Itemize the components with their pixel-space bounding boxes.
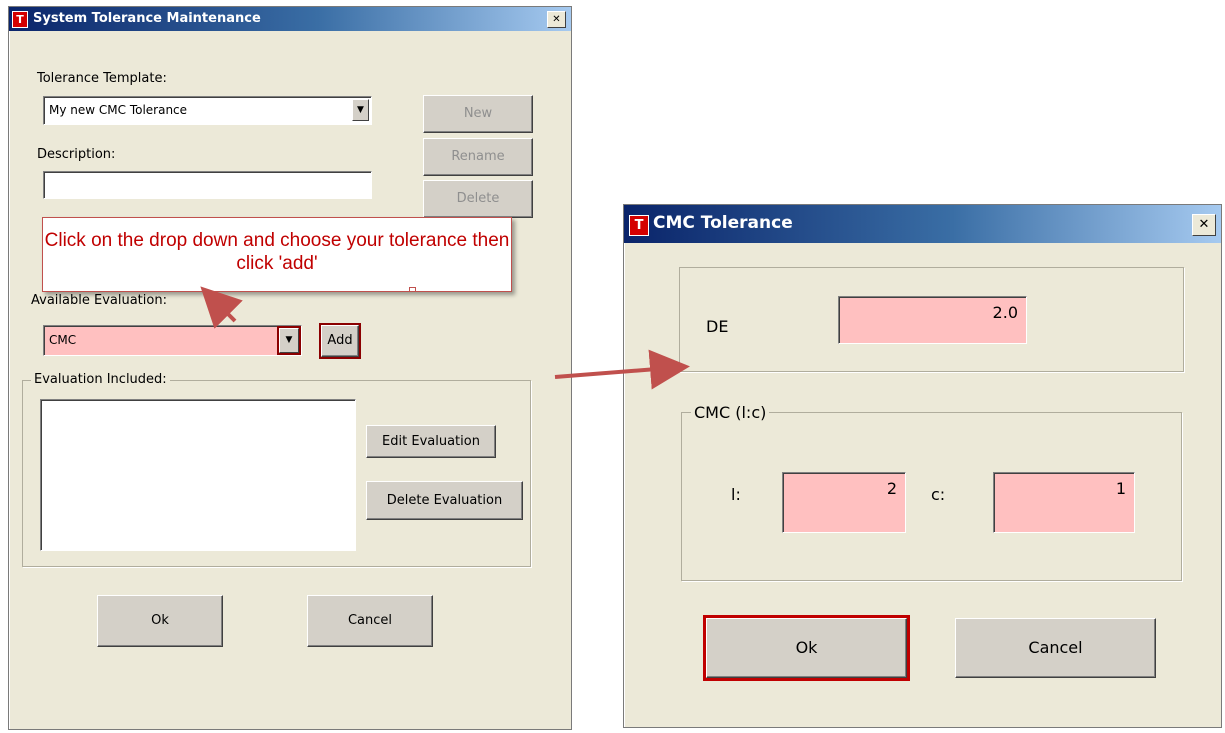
window-link-arrow (554, 349, 690, 390)
annotation-arrows (200, 286, 690, 390)
callout-pointer-arrow (200, 286, 243, 329)
